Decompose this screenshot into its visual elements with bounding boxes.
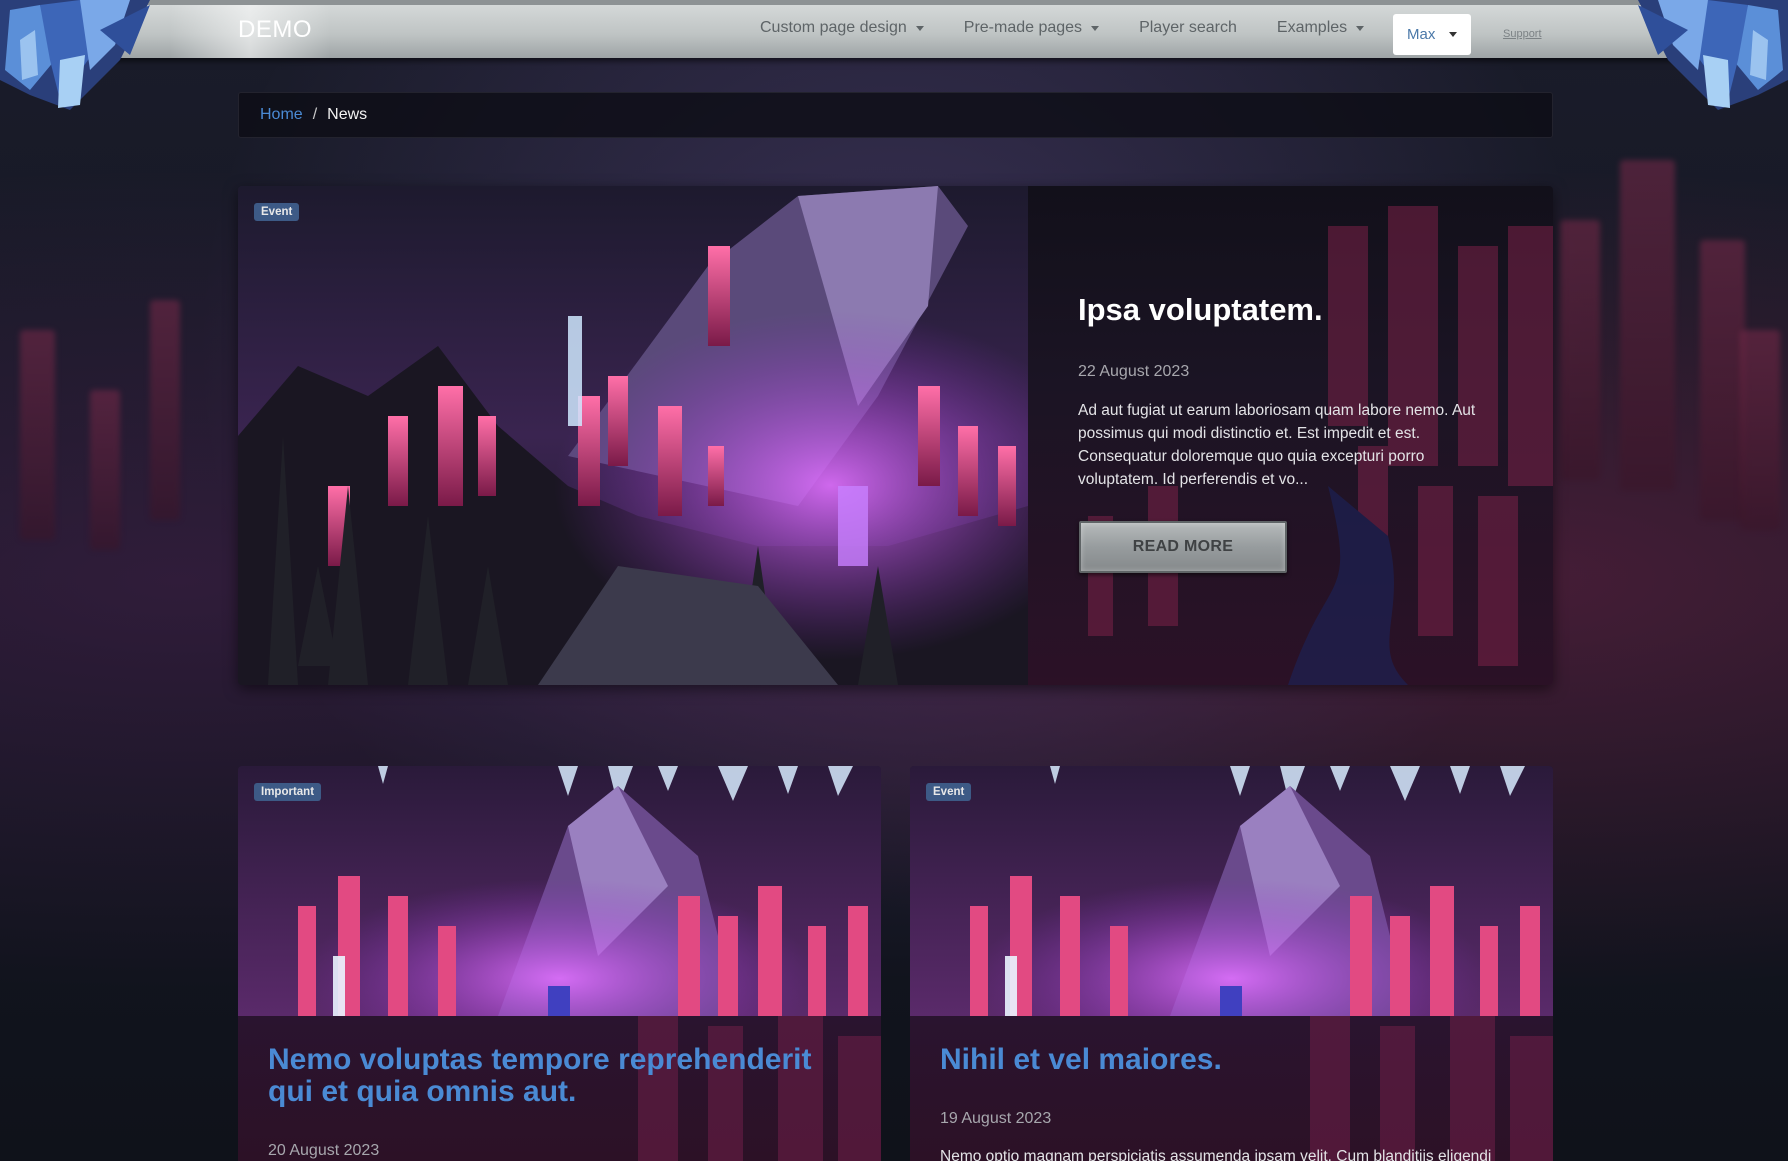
news-card-image[interactable] — [238, 766, 881, 1016]
news-card-date: 19 August 2023 — [940, 1110, 1052, 1127]
chevron-down-icon — [1449, 32, 1457, 37]
crystal-corner-right — [1638, 0, 1788, 110]
featured-article-title[interactable]: Ipsa voluptatem. — [1078, 292, 1323, 328]
category-badge: Event — [254, 203, 300, 221]
news-card-title[interactable]: Nihil et vel maiores. — [940, 1044, 1530, 1076]
featured-article-date: 22 August 2023 — [1078, 363, 1190, 380]
breadcrumb: Home / News — [238, 92, 1553, 138]
nav-examples[interactable]: Examples — [1276, 19, 1365, 37]
top-navbar: DEMO Custom page design Pre-made pages P… — [0, 0, 1788, 58]
read-more-button[interactable]: READ MORE — [1079, 521, 1287, 573]
news-card: Event Nihil et vel maiores. 19 August 20… — [910, 766, 1553, 1161]
featured-article-excerpt: Ad aut fugiat ut earum laboriosam quam l… — [1078, 402, 1476, 488]
nav-custom-page-design[interactable]: Custom page design — [760, 19, 924, 37]
user-name: Max — [1407, 26, 1436, 43]
featured-article-panel: Ipsa voluptatem. 22 August 2023 Ad aut f… — [1028, 186, 1553, 685]
nav-link-label: Custom page design — [760, 19, 907, 36]
news-card-date: 20 August 2023 — [268, 1142, 380, 1159]
news-card-excerpt: Nemo optio magnam perspiciatis assumenda… — [940, 1148, 1492, 1161]
nav-links: Custom page design Pre-made pages Player… — [760, 19, 1404, 37]
user-menu-button[interactable]: Max — [1393, 14, 1471, 55]
news-card: Important Nemo voluptas tempore reprehen… — [238, 766, 881, 1161]
nav-link-label: Pre-made pages — [963, 19, 1083, 36]
featured-article-card: Event Ipsa voluptatem. 22 August 2023 Ad… — [238, 186, 1553, 685]
nav-player-search[interactable]: Player search — [1139, 19, 1237, 37]
news-card-image[interactable] — [910, 766, 1553, 1016]
crystal-corner-left — [0, 0, 150, 110]
brand-logo[interactable]: DEMO — [238, 16, 312, 44]
chevron-down-icon — [915, 25, 924, 31]
nav-pre-made-pages[interactable]: Pre-made pages — [963, 19, 1100, 37]
nav-link-label: Player search — [1139, 19, 1237, 36]
nav-link-label: Examples — [1276, 19, 1348, 36]
chevron-down-icon — [1091, 25, 1100, 31]
support-link[interactable]: Support — [1503, 28, 1542, 40]
featured-article-image[interactable] — [238, 186, 1028, 685]
breadcrumb-current: News — [327, 106, 368, 123]
category-badge: Event — [926, 783, 972, 801]
category-badge: Important — [254, 783, 322, 801]
breadcrumb-home-link[interactable]: Home — [260, 106, 303, 124]
news-card-title[interactable]: Nemo voluptas tempore reprehenderit qui … — [268, 1044, 858, 1108]
breadcrumb-separator: / — [312, 106, 318, 123]
chevron-down-icon — [1356, 25, 1365, 31]
news-card-body-art — [1310, 1016, 1553, 1161]
